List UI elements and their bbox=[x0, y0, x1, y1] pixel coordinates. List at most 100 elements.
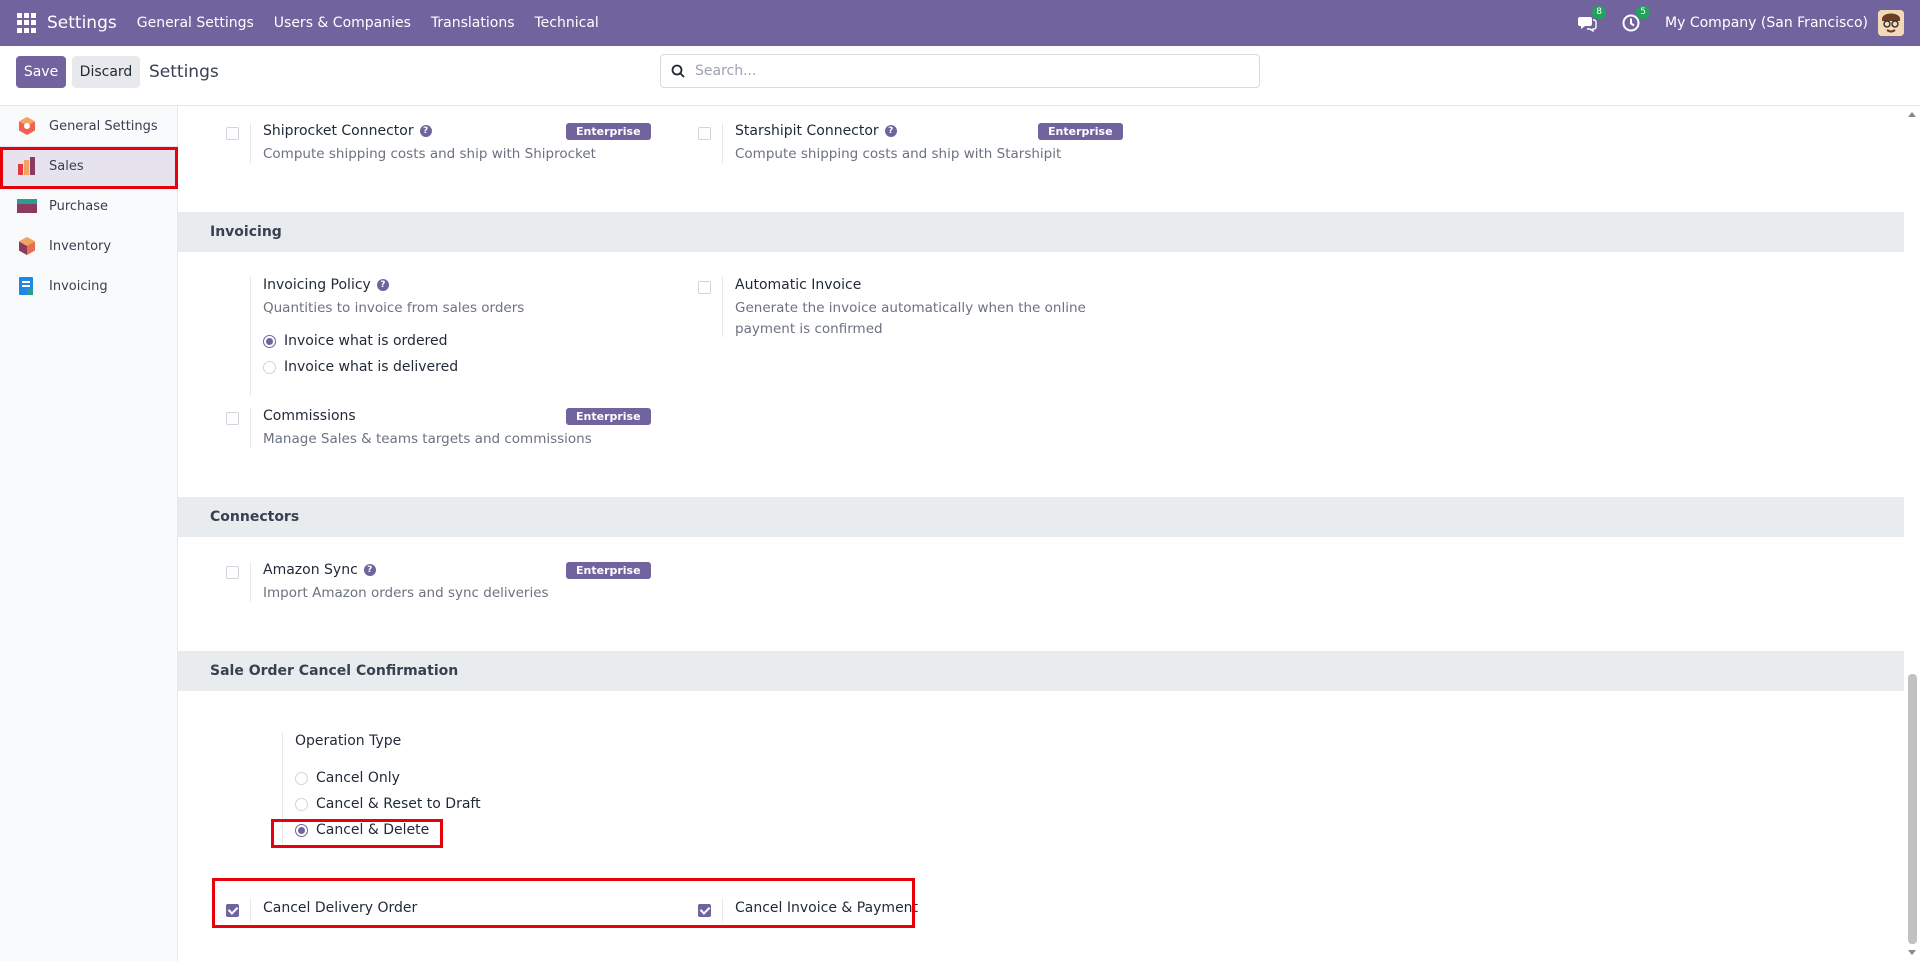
messages-icon[interactable]: 8 bbox=[1577, 6, 1607, 33]
setting-label: Amazon Sync? bbox=[263, 562, 376, 578]
setting-description: Manage Sales & teams targets and commiss… bbox=[263, 431, 592, 447]
setting-label: Invoicing Policy? bbox=[263, 277, 389, 293]
radio-invoice-ordered[interactable]: Invoice what is ordered bbox=[263, 333, 448, 349]
general-settings-icon bbox=[19, 117, 35, 135]
setting-commissions: Commissions Enterprise Manage Sales & te… bbox=[178, 408, 651, 454]
sidebar-item-invoicing[interactable]: Invoicing bbox=[0, 266, 178, 306]
scroll-up-arrow-icon[interactable] bbox=[1908, 112, 1916, 117]
amazon-sync-checkbox[interactable] bbox=[226, 566, 239, 579]
setting-divider bbox=[250, 562, 251, 602]
sidebar-item-general-settings[interactable]: General Settings bbox=[0, 106, 178, 146]
setting-divider bbox=[722, 277, 723, 337]
setting-cancel-delivery-order: Cancel Delivery Order bbox=[178, 898, 648, 924]
shiprocket-checkbox[interactable] bbox=[226, 127, 239, 140]
settings-content: Shiprocket Connector? Enterprise Compute… bbox=[178, 106, 1904, 961]
section-header-cancel-confirmation: Sale Order Cancel Confirmation bbox=[178, 651, 1904, 691]
search-box bbox=[660, 54, 1260, 88]
setting-cancel-invoice-payment: Cancel Invoice & Payment bbox=[650, 898, 1120, 924]
nav-translations[interactable]: Translations bbox=[431, 15, 515, 31]
invoicing-icon bbox=[19, 277, 33, 295]
radio-cancel-only[interactable]: Cancel Only bbox=[295, 770, 400, 786]
search-input[interactable] bbox=[695, 63, 1259, 79]
setting-divider bbox=[282, 733, 283, 848]
company-switcher[interactable]: My Company (San Francisco) bbox=[1665, 15, 1868, 31]
setting-automatic-invoice: Automatic Invoice Generate the invoice a… bbox=[650, 277, 1120, 343]
sidebar-item-sales[interactable]: Sales bbox=[0, 146, 178, 186]
search-icon bbox=[671, 64, 685, 78]
setting-label: Automatic Invoice bbox=[735, 277, 862, 293]
section-header-connectors: Connectors bbox=[178, 497, 1904, 537]
setting-divider bbox=[250, 408, 251, 448]
enterprise-badge: Enterprise bbox=[566, 123, 651, 140]
apps-grid-icon[interactable] bbox=[17, 13, 37, 33]
inventory-icon bbox=[19, 237, 35, 255]
settings-sidebar: General Settings Sales Purchase Inventor… bbox=[0, 106, 178, 961]
setting-description: Generate the invoice automatically when … bbox=[735, 300, 1086, 337]
app-brand[interactable]: Settings bbox=[47, 13, 117, 33]
setting-description: Compute shipping costs and ship with Shi… bbox=[263, 146, 596, 162]
radio-label: Cancel & Delete bbox=[316, 822, 430, 838]
section-header-invoicing: Invoicing bbox=[178, 212, 1904, 252]
setting-label: Operation Type bbox=[295, 733, 402, 749]
enterprise-badge: Enterprise bbox=[566, 408, 651, 425]
radio-label: Invoice what is ordered bbox=[284, 333, 448, 349]
nav-users-companies[interactable]: Users & Companies bbox=[274, 15, 411, 31]
radio-button[interactable] bbox=[295, 771, 308, 785]
user-avatar[interactable] bbox=[1878, 10, 1904, 36]
cancel-invoice-checkbox[interactable] bbox=[698, 904, 711, 917]
setting-divider bbox=[250, 123, 251, 163]
setting-label: Cancel Invoice & Payment bbox=[735, 900, 919, 916]
commissions-checkbox[interactable] bbox=[226, 412, 239, 425]
radio-cancel-delete[interactable]: Cancel & Delete bbox=[295, 822, 429, 838]
help-icon[interactable]: ? bbox=[884, 125, 897, 137]
radio-button[interactable] bbox=[295, 797, 308, 811]
setting-shiprocket: Shiprocket Connector? Enterprise Compute… bbox=[178, 123, 651, 169]
setting-divider bbox=[722, 123, 723, 163]
radio-button[interactable] bbox=[263, 334, 276, 348]
setting-description: Quantities to invoice from sales orders bbox=[263, 300, 525, 316]
help-icon[interactable]: ? bbox=[363, 564, 376, 576]
setting-label: Starshipit Connector? bbox=[735, 123, 897, 139]
radio-label: Invoice what is delivered bbox=[284, 359, 459, 375]
sidebar-item-label: Inventory bbox=[49, 238, 112, 254]
automatic-invoice-checkbox[interactable] bbox=[698, 281, 711, 294]
enterprise-badge: Enterprise bbox=[566, 562, 651, 579]
help-icon[interactable]: ? bbox=[419, 125, 432, 137]
nav-general-settings[interactable]: General Settings bbox=[137, 15, 254, 31]
top-navbar: Settings General Settings Users & Compan… bbox=[0, 0, 1920, 46]
help-icon[interactable]: ? bbox=[376, 279, 389, 291]
scrollbar-thumb[interactable] bbox=[1908, 674, 1917, 944]
activities-clock-icon[interactable]: 5 bbox=[1621, 6, 1651, 33]
setting-label: Shiprocket Connector? bbox=[263, 123, 432, 139]
starshipit-checkbox[interactable] bbox=[698, 127, 711, 140]
radio-label: Cancel Only bbox=[316, 770, 400, 786]
sidebar-item-purchase[interactable]: Purchase bbox=[0, 186, 178, 226]
save-button[interactable]: Save bbox=[16, 56, 66, 88]
sidebar-item-inventory[interactable]: Inventory bbox=[0, 226, 178, 266]
sidebar-item-label: General Settings bbox=[49, 118, 158, 134]
systray: 8 5 My Company (San Francisco) bbox=[1577, 0, 1920, 46]
radio-button[interactable] bbox=[263, 360, 276, 374]
scroll-down-arrow-icon[interactable] bbox=[1908, 950, 1916, 955]
nav-menu: General Settings Users & Companies Trans… bbox=[137, 15, 619, 31]
setting-description: Compute shipping costs and ship with Sta… bbox=[735, 146, 1062, 162]
radio-button[interactable] bbox=[295, 823, 308, 837]
setting-divider bbox=[250, 898, 251, 922]
nav-technical[interactable]: Technical bbox=[535, 15, 599, 31]
cancel-delivery-checkbox[interactable] bbox=[226, 904, 239, 917]
setting-operation-type: Operation Type Cancel Only Cancel & Rese… bbox=[178, 733, 778, 853]
discard-button[interactable]: Discard bbox=[72, 56, 140, 88]
setting-label: Cancel Delivery Order bbox=[263, 900, 418, 916]
setting-starshipit: Starshipit Connector? Enterprise Compute… bbox=[650, 123, 1123, 169]
enterprise-badge: Enterprise bbox=[1038, 123, 1123, 140]
setting-divider bbox=[722, 898, 723, 922]
sidebar-item-label: Invoicing bbox=[49, 278, 108, 294]
radio-invoice-delivered[interactable]: Invoice what is delivered bbox=[263, 359, 458, 375]
setting-label: Commissions bbox=[263, 408, 356, 424]
radio-cancel-reset-draft[interactable]: Cancel & Reset to Draft bbox=[295, 796, 481, 812]
control-panel: Save Discard Settings bbox=[0, 46, 1920, 106]
page-title: Settings bbox=[149, 62, 219, 82]
setting-amazon-sync: Amazon Sync? Enterprise Import Amazon or… bbox=[178, 562, 651, 608]
setting-description: Import Amazon orders and sync deliveries bbox=[263, 585, 549, 601]
setting-invoicing-policy: Invoicing Policy? Quantities to invoice … bbox=[178, 277, 648, 397]
